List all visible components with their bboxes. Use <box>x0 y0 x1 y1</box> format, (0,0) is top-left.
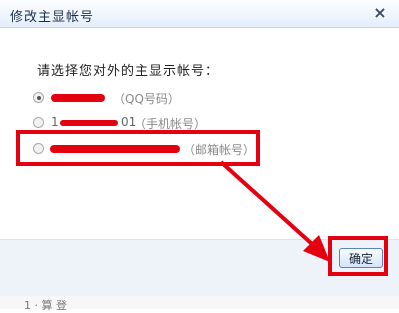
title-bar: 修改主显帐号 × <box>0 0 399 28</box>
change-display-account-dialog: 修改主显帐号 × 请选择您对外的主显示帐号： （QQ号码） 1 01 （手机帐号… <box>0 0 399 312</box>
highlight-box-email-option <box>16 130 260 166</box>
option-type-label: （QQ号码） <box>113 92 180 106</box>
account-prefix: 1 <box>51 115 59 129</box>
radio-mobile-account[interactable] <box>33 117 44 128</box>
dialog-title: 修改主显帐号 <box>10 10 95 25</box>
prompt-label: 请选择您对外的主显示帐号： <box>37 64 220 79</box>
close-icon[interactable]: × <box>370 3 390 23</box>
redacted-account <box>51 94 105 102</box>
redacted-account <box>60 120 118 126</box>
radio-qq-number[interactable] <box>33 92 44 103</box>
bottom-partial-text: 1 · 算 登 <box>24 299 67 312</box>
option-qq-number[interactable]: （QQ号码） <box>33 89 233 109</box>
highlight-box-ok-button <box>328 236 388 276</box>
